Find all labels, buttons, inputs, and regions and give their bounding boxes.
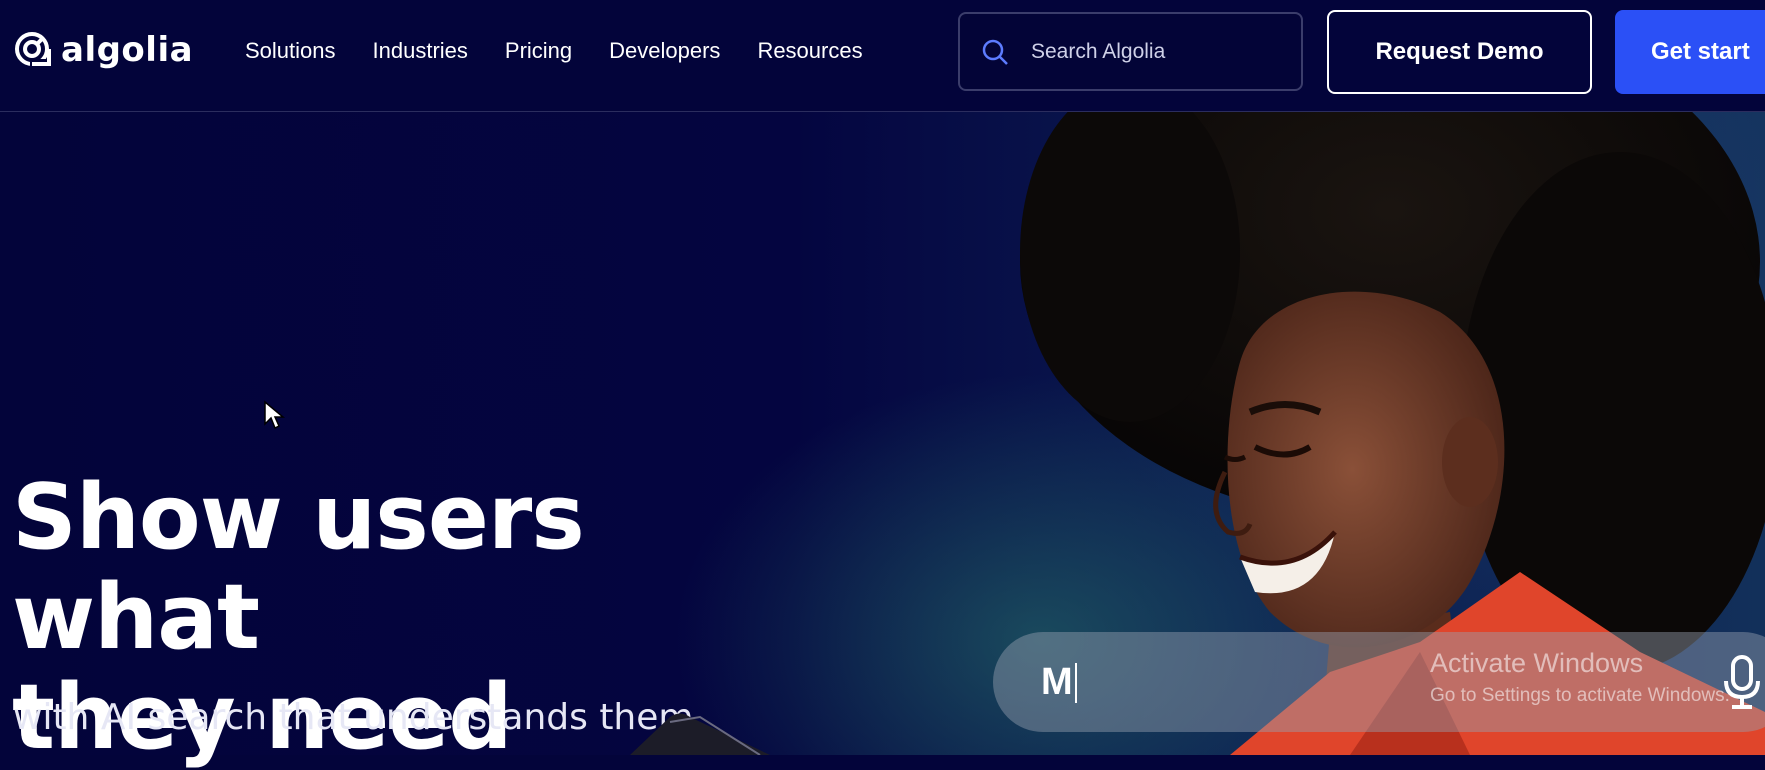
nav-item-solutions[interactable]: Solutions	[245, 38, 336, 64]
primary-nav: Solutions Industries Pricing Developers …	[245, 38, 863, 64]
search-input[interactable]: Search Algolia	[958, 12, 1303, 91]
search-placeholder: Search Algolia	[1031, 39, 1166, 63]
top-navbar: algolia Solutions Industries Pricing Dev…	[0, 0, 1765, 112]
request-demo-button[interactable]: Request Demo	[1327, 10, 1592, 94]
algolia-logo-icon	[15, 32, 51, 67]
phone-image	[630, 713, 770, 755]
watermark-title: Activate Windows	[1430, 648, 1644, 678]
watermark-subtitle: Go to Settings to activate Windows.	[1430, 685, 1730, 706]
brand-logo[interactable]: algolia	[13, 30, 193, 70]
activate-windows-watermark: Activate Windows Go to Settings to activ…	[1430, 648, 1730, 707]
headline-line-1: Show users what	[12, 465, 585, 670]
nav-item-developers[interactable]: Developers	[609, 38, 720, 64]
nav-item-resources[interactable]: Resources	[757, 38, 862, 64]
nav-item-pricing[interactable]: Pricing	[505, 38, 572, 64]
mouse-cursor-icon	[264, 400, 285, 430]
hero-subheadline: with AI search that understands them	[13, 697, 694, 738]
demo-search-query[interactable]: M	[1041, 661, 1077, 704]
nav-item-industries[interactable]: Industries	[373, 38, 468, 64]
microphone-icon[interactable]	[1722, 655, 1762, 710]
brand-name: algolia	[61, 30, 194, 70]
search-icon	[982, 39, 1008, 65]
text-caret	[1074, 663, 1077, 704]
get-started-button[interactable]: Get start	[1615, 10, 1765, 94]
